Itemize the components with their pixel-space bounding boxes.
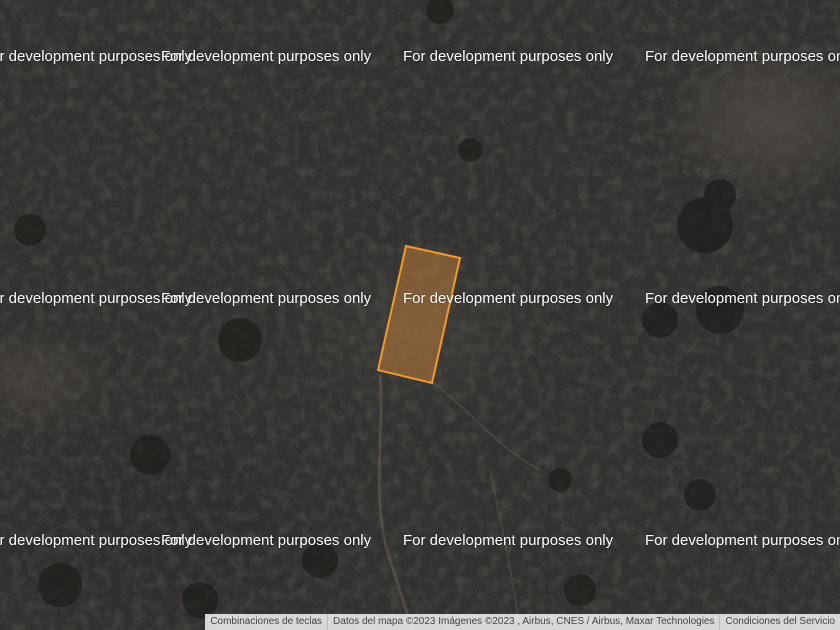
satellite-map[interactable]: For development purposes only For develo…	[0, 0, 840, 630]
map-data-attribution: Datos del mapa ©2023 Imágenes ©2023 , Ai…	[327, 614, 719, 630]
terms-of-service-link[interactable]: Condiciones del Servicio	[719, 614, 840, 630]
watermark-text: For development purposes only	[403, 532, 614, 549]
watermark-text: For development purposes only	[161, 532, 372, 549]
watermark-text: For development purposes only	[645, 290, 840, 307]
watermark-text: For development purposes only	[645, 532, 840, 549]
watermark-text: For development purposes only	[403, 48, 614, 65]
watermark-text: For development purposes only	[645, 48, 840, 65]
map-attribution-bar: Combinaciones de teclas Datos del mapa ©…	[205, 614, 840, 630]
watermark-text: For development purposes only	[161, 48, 372, 65]
watermark-text: For development purposes only	[403, 290, 614, 307]
keyboard-shortcuts-link[interactable]: Combinaciones de teclas	[205, 614, 327, 630]
watermark-text: For development purposes only	[161, 290, 372, 307]
